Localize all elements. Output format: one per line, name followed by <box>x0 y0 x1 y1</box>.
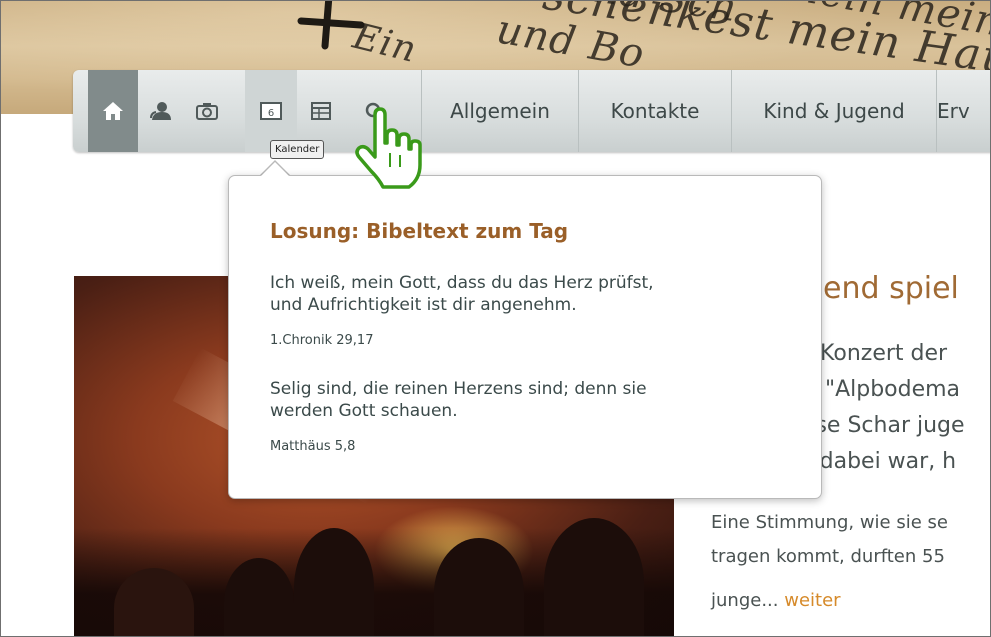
table-icon <box>311 102 331 120</box>
popup-arrow <box>260 162 290 177</box>
calendar-icon: 6 <box>260 102 282 120</box>
nav-link-kind-jugend[interactable]: Kind & Jugend <box>732 70 936 152</box>
svg-text:6: 6 <box>268 108 274 119</box>
article-title[interactable]: gend spiel <box>804 271 959 306</box>
article-text-line: Eine Stimmung, wie sie se <box>711 512 948 533</box>
nav-link-allgemein[interactable]: Allgemein <box>422 70 578 152</box>
verse-line: Selig sind, die reinen Herzens sind; den… <box>270 379 647 399</box>
article-text-line: tragen kommt, durften 55 <box>711 546 945 567</box>
verse-line: werden Gott schauen. <box>270 401 458 421</box>
article-text-end: junge... <box>711 590 785 611</box>
camera-icon <box>196 103 218 120</box>
home-icon <box>103 102 123 120</box>
article-text-line: junge... weiter <box>711 590 841 611</box>
banner-cross-mark <box>297 1 365 50</box>
verse-line: Ich weiß, mein Gott, dass du das Herz pr… <box>270 273 654 293</box>
browser-viewport: schenkest mein Haus und Bo s und Sch mei… <box>0 0 991 637</box>
article-text-line: d "Alpbodema <box>804 377 961 402</box>
article-text-line: r Konzert der <box>804 341 948 366</box>
verse-reference: Matthäus 5,8 <box>270 439 356 454</box>
read-more-link[interactable]: weiter <box>784 590 840 611</box>
nav-gallery[interactable] <box>185 70 229 152</box>
nav-link-kontakte[interactable]: Kontakte <box>579 70 731 152</box>
calendar-tooltip: Kalender <box>270 140 325 159</box>
hand-cursor-icon <box>355 107 422 189</box>
popup-title: Losung: Bibeltext zum Tag <box>270 219 569 243</box>
nav-home[interactable] <box>88 70 138 152</box>
main-navbar: 6 Allgemein Kontakte Kind & Jugend Erv <box>73 70 990 152</box>
article-text-line: sse Schar juge <box>804 413 965 438</box>
verse-line: und Aufrichtigkeit ist dir angenehm. <box>270 295 577 315</box>
verse-2: Selig sind, die reinen Herzens sind; den… <box>270 378 790 422</box>
user-icon <box>150 102 171 120</box>
nav-link-erv[interactable]: Erv <box>937 70 990 152</box>
article-text-line: t dabei war, h <box>804 449 957 474</box>
verse-reference: 1.Chronik 29,17 <box>270 333 374 348</box>
nav-contacts[interactable] <box>139 70 183 152</box>
verse-1: Ich weiß, mein Gott, dass du das Herz pr… <box>270 272 790 316</box>
losung-popup: Losung: Bibeltext zum Tag Ich weiß, mein… <box>228 175 822 499</box>
